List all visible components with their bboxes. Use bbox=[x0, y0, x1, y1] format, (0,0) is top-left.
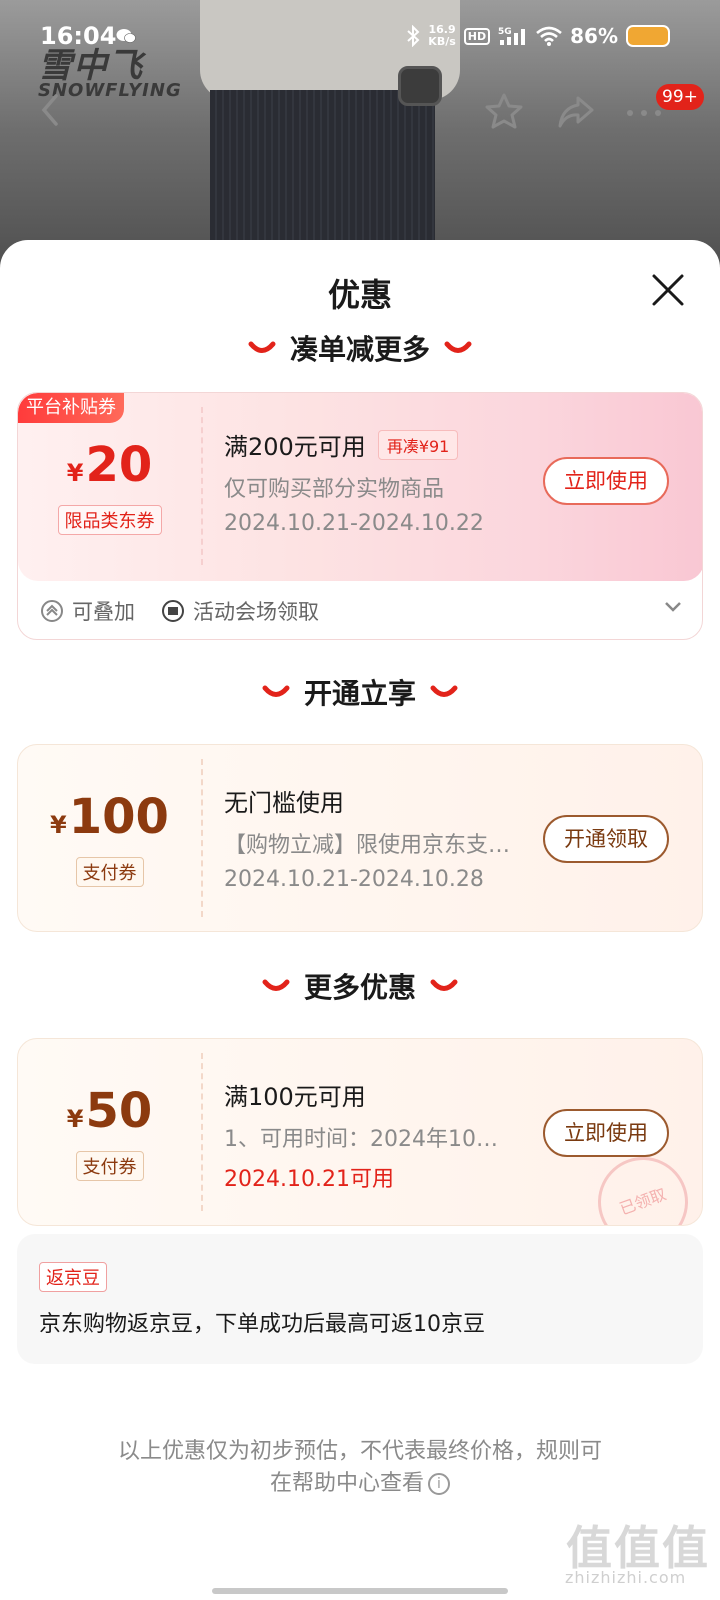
more-needed-tag: 再凑¥91 bbox=[377, 429, 459, 460]
smile-decor-icon bbox=[430, 979, 458, 991]
section-header-combine: 凑单减更多 bbox=[0, 328, 720, 368]
coupon-date: 2024.10.21可用 bbox=[224, 1167, 394, 1192]
coupon-type-tag: 限品类东券 bbox=[18, 505, 201, 535]
coupon-amount: ¥50 bbox=[66, 1083, 153, 1139]
coupon-type-tag: 支付券 bbox=[18, 857, 201, 887]
sheet-title: 优惠 bbox=[327, 276, 392, 314]
wechat-icon bbox=[116, 29, 136, 43]
product-watch bbox=[398, 66, 442, 106]
watermark-url: zhizhizhi.com bbox=[565, 1568, 687, 1587]
net-speed: 16.9 KB/s bbox=[428, 23, 456, 48]
status-time: 16:04 bbox=[40, 22, 117, 50]
smile-decor-icon bbox=[262, 685, 290, 697]
bluetooth-icon bbox=[407, 25, 420, 47]
section-header-activate: 开通立享 bbox=[0, 672, 720, 712]
battery-icon bbox=[626, 25, 670, 47]
status-icons: 16.9 KB/s HD 5G 86% bbox=[406, 24, 670, 48]
coupon-card-100[interactable]: ¥100 支付券 无门槛使用 【购物立减】限使用京东支付… 2024.10.21… bbox=[17, 744, 703, 932]
smile-decor-icon bbox=[262, 979, 290, 991]
battery-percent: 86% bbox=[570, 24, 618, 48]
chevron-down-icon[interactable] bbox=[664, 601, 682, 613]
favorite-star-icon[interactable] bbox=[484, 92, 524, 132]
beans-tag: 返京豆 bbox=[39, 1262, 107, 1292]
coupon-title: 满100元可用 bbox=[224, 1083, 366, 1111]
close-icon[interactable] bbox=[648, 270, 688, 310]
coupon-amount: ¥100 bbox=[50, 789, 169, 845]
source-info: 活动会场领取 bbox=[161, 596, 319, 626]
coupon-type-tag: 支付券 bbox=[18, 1151, 201, 1181]
coupon-date: 2024.10.21-2024.10.28 bbox=[224, 867, 484, 892]
coupon-date: 2024.10.21-2024.10.22 bbox=[224, 511, 484, 536]
coupon-card-50[interactable]: ¥50 支付券 满100元可用 1、可用时间：2024年10… 2024.10.… bbox=[17, 1038, 703, 1226]
coupon-footer: 可叠加 活动会场领取 bbox=[18, 583, 702, 639]
message-badge: 99+ bbox=[656, 84, 704, 110]
use-now-button[interactable]: 立即使用 bbox=[543, 1109, 669, 1157]
activate-claim-button[interactable]: 开通领取 bbox=[543, 815, 669, 863]
smile-decor-icon bbox=[444, 341, 472, 353]
coupon-amount: ¥20 bbox=[66, 437, 153, 493]
coupon-divider bbox=[201, 407, 203, 565]
coupon-divider bbox=[201, 759, 203, 917]
disclaimer: 以上优惠仅为初步预估，不代表最终价格，规则可 在帮助中心查看 i bbox=[117, 1439, 602, 1496]
coupon-desc: 仅可购买部分实物商品 bbox=[224, 477, 445, 502]
info-icon[interactable]: i bbox=[428, 1473, 450, 1495]
signal-icon: 5G bbox=[498, 27, 526, 45]
help-center-link[interactable]: 在帮助中心查看 bbox=[270, 1471, 424, 1496]
share-icon[interactable] bbox=[556, 94, 596, 130]
hd-icon: HD bbox=[463, 27, 491, 45]
beans-text: 京东购物返京豆，下单成功后最高可返10京豆 bbox=[39, 1312, 485, 1337]
smile-decor-icon bbox=[430, 685, 458, 697]
use-now-button[interactable]: 立即使用 bbox=[543, 457, 669, 505]
stack-icon bbox=[41, 600, 63, 622]
platform-subsidy-tag: 平台补贴券 bbox=[18, 393, 124, 423]
coupon-desc: 【购物立减】限使用京东支付… bbox=[224, 833, 524, 858]
coupon-title: 满200元可用 再凑¥91 bbox=[224, 427, 459, 462]
wifi-icon bbox=[536, 26, 562, 46]
status-bar: 16:04 16.9 KB/s HD 5G 86% bbox=[0, 0, 720, 72]
coupon-title: 无门槛使用 bbox=[224, 789, 344, 817]
stackable-info: 可叠加 bbox=[40, 596, 135, 626]
section-header-more: 更多优惠 bbox=[0, 966, 720, 1006]
jd-beans-box: 返京豆 京东购物返京豆，下单成功后最高可返10京豆 bbox=[17, 1234, 703, 1364]
smile-decor-icon bbox=[248, 341, 276, 353]
coupon-card-20[interactable]: 平台补贴券 ¥20 限品类东券 满200元可用 再凑¥91 仅可购买部分实物商品… bbox=[17, 392, 703, 640]
back-icon[interactable] bbox=[36, 92, 66, 128]
coupon-divider bbox=[201, 1053, 203, 1211]
coupon-desc: 1、可用时间：2024年10… bbox=[224, 1127, 498, 1152]
svg-text:5G: 5G bbox=[498, 27, 512, 37]
home-indicator[interactable] bbox=[212, 1588, 508, 1594]
venue-icon bbox=[162, 600, 184, 622]
